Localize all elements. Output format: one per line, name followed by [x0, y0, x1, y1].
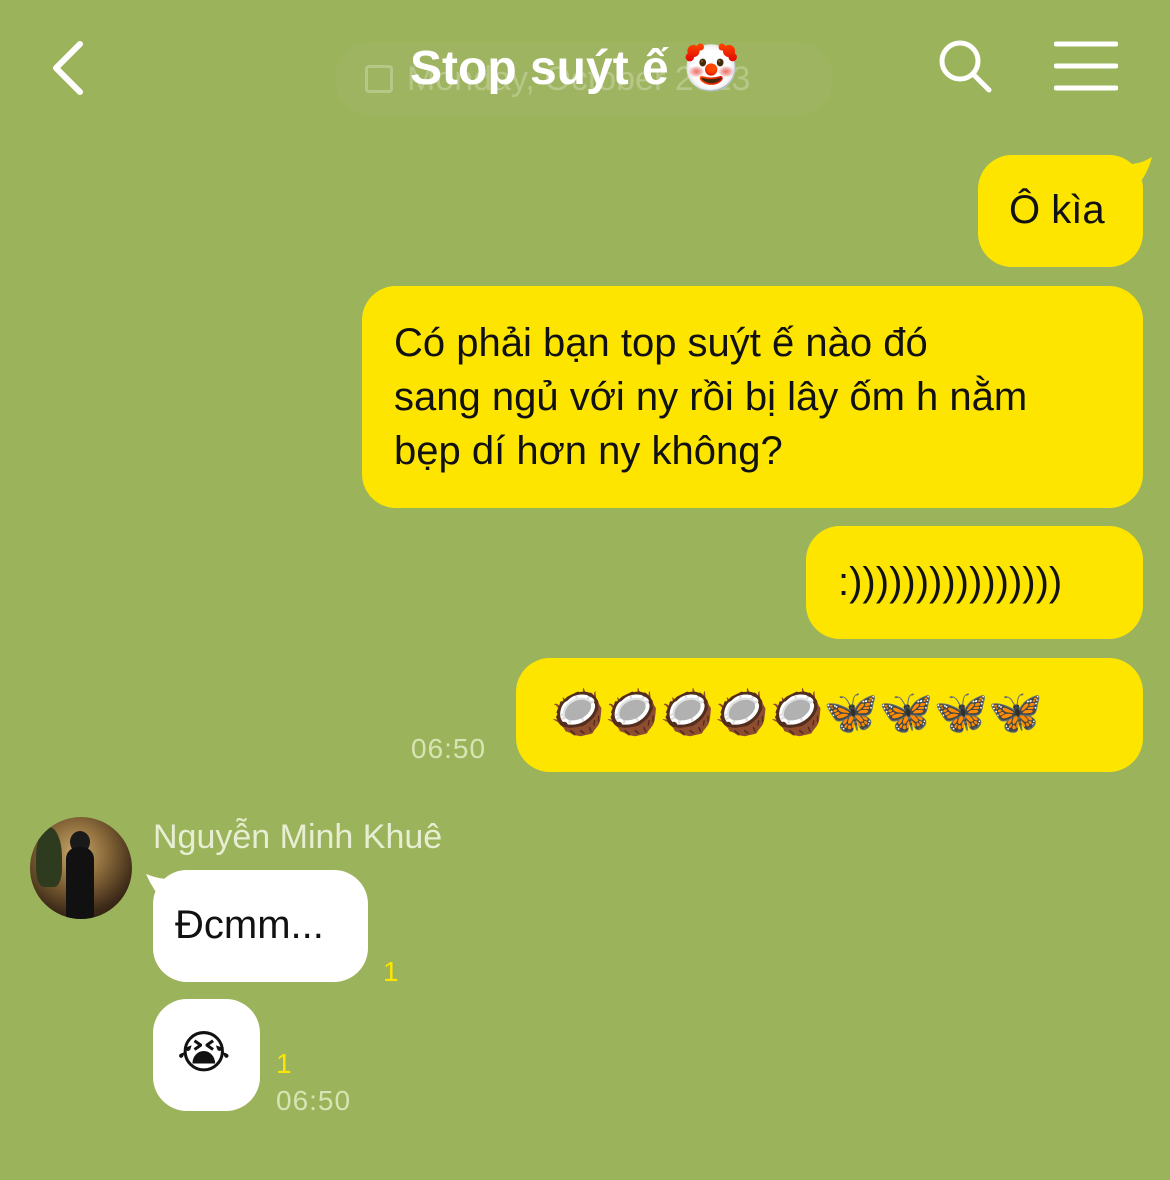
message-text: Đcmm...	[175, 903, 324, 947]
message-text: :))))))))))))))))	[838, 560, 1063, 604]
emoji-message: 🥥🥥🥥🥥🥥🦋🦋🦋🦋	[550, 688, 1044, 737]
message-bubble-incoming[interactable]: 😭	[153, 999, 260, 1111]
message-text-line: sang ngủ với ny rồi bị lây ốm h nằm	[394, 375, 1028, 419]
message-bubble-outgoing[interactable]: :))))))))))))))))	[806, 526, 1143, 639]
message-bubble-outgoing[interactable]: Có phải bạn top suýt ế nào đó sang ngủ v…	[362, 286, 1143, 508]
message-bubble-outgoing[interactable]: 🥥🥥🥥🥥🥥🦋🦋🦋🦋	[516, 658, 1143, 772]
message-text: Ô kìa	[1009, 188, 1105, 232]
crying-face-emoji: 😭	[177, 1026, 231, 1078]
search-icon[interactable]	[935, 36, 995, 96]
chat-title[interactable]: Stop suýt ế 🤡	[410, 36, 740, 100]
unread-count: 1	[276, 1048, 292, 1079]
chevron-left-icon[interactable]	[48, 40, 88, 96]
unread-count: 1	[383, 956, 399, 987]
hamburger-menu-icon[interactable]	[1054, 40, 1118, 92]
avatar[interactable]	[30, 817, 132, 919]
message-text-line: Có phải bạn top suýt ế nào đó	[394, 321, 928, 365]
message-bubble-incoming[interactable]: Đcmm...	[153, 870, 368, 982]
calendar-icon	[365, 65, 393, 93]
sender-name: Nguyễn Minh Khuê	[153, 818, 443, 856]
chat-title-text: Stop suýt ế	[410, 41, 669, 95]
message-bubble-outgoing[interactable]: Ô kìa	[978, 155, 1143, 267]
message-text-line: bẹp dí hơn ny không?	[394, 429, 783, 473]
clown-face-emoji: 🤡	[682, 41, 740, 94]
message-timestamp: 06:50	[276, 1085, 352, 1116]
message-timestamp: 06:50	[411, 733, 487, 764]
